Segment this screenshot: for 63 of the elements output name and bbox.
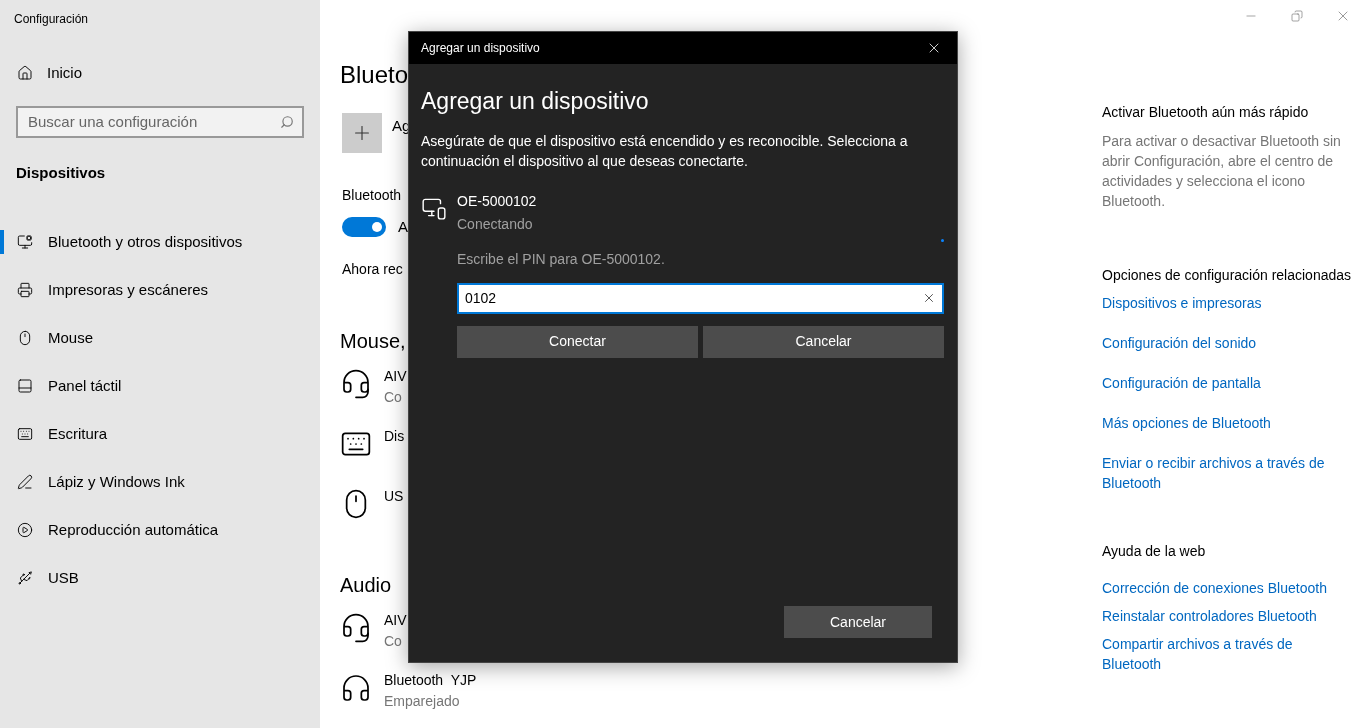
window-title: Configuración [14,11,89,28]
sidebar-item[interactable]: USB [0,566,79,590]
device-status: Emparejado [384,691,460,711]
device-name: Bluetooth YJP [384,670,477,690]
sidebar-item[interactable]: Bluetooth y otros dispositivos [0,230,243,254]
help-link[interactable]: Compartir archivos a través de Bluetooth [1102,634,1352,674]
section-title: Dispositivos [16,162,106,183]
help-link[interactable]: Corrección de conexiones Bluetooth [1102,578,1352,598]
device-status: Conectando [457,214,534,234]
device-name: OE-5000102 [457,191,537,211]
device-status: Co [384,631,402,651]
sidebar-item[interactable]: Escritura [0,422,108,446]
dialog-button[interactable]: Conectar [457,325,698,358]
related-link[interactable]: Más opciones de Bluetooth [1102,413,1352,433]
home-link[interactable]: Inicio [17,62,83,85]
dialog-title: Agregar un dispositivo [421,40,540,57]
pin-field[interactable]: 0102 [457,282,944,314]
tip-text: Para activar o desactivar Bluetooth sin abrir Configuración, abre el centro de actividades y selecciona el icono Bluetooth. [1102,132,1342,211]
dialog-heading: Agregar un dispositivo [421,87,650,116]
home-icon [17,65,33,82]
restore-icon [1291,10,1303,22]
related-link[interactable]: Configuración de pantalla [1102,373,1352,393]
printer-icon [17,282,33,298]
related-link[interactable]: Enviar o recibir archivos a través de Bluetooth [1102,453,1352,493]
discoverable-text: Ahora rec [342,259,403,279]
related-link[interactable]: Configuración del sonido [1102,333,1352,353]
device-status: Co [384,387,402,407]
devices-icon [17,234,33,250]
pin-label: Escribe el PIN para OE-5000102. [457,249,666,269]
headset-icon [340,367,372,400]
group-title: Audio [340,572,392,598]
device-name: AIV [384,366,407,386]
help-title: Ayuda de la web [1102,542,1207,561]
play-circle-icon [17,522,33,538]
device-name: US [384,486,404,506]
page-heading: Blueto [340,60,409,90]
dialog-button[interactable]: Cancelar [703,325,944,358]
sidebar-item[interactable]: Lápiz y Windows Ink [0,470,185,494]
mouse-icon [17,330,33,346]
device-name: AIV [384,610,407,630]
related-link[interactable]: Dispositivos e impresoras [1102,293,1352,313]
touchpad-icon [17,378,33,394]
sidebar-item[interactable]: Impresoras y escáneres [0,278,209,302]
sidebar-item[interactable]: Mouse [0,326,94,350]
device-name: Dis [384,426,405,446]
keyboard-icon [17,426,33,442]
help-link[interactable]: Reinstalar controladores Bluetooth [1102,606,1352,626]
search-field[interactable]: Buscar una configuración [16,105,304,138]
usb-icon [17,570,33,586]
add-device-button[interactable] [342,113,382,153]
headset-icon [340,611,372,644]
toggle-label: A [398,217,408,237]
dialog-description: Asegúrate de que el dispositivo está encendido y es reconocible. Selecciona a continuación el dispositivo al que deseas conectarte. [421,131,909,171]
sidebar-item[interactable]: Reproducción automática [0,518,219,542]
pen-icon [17,474,33,490]
sidebar-item[interactable]: Panel táctil [0,374,122,398]
search-icon [280,114,294,129]
bluetooth-label: Bluetooth [342,186,402,205]
cancel-button[interactable]: Cancelar [784,606,932,638]
bluetooth-toggle[interactable] [342,217,386,238]
related-title: Opciones de configuración relacionadas [1102,266,1352,285]
group-title: Mouse, [340,328,406,354]
tip-title: Activar Bluetooth aún más rápido [1102,103,1310,122]
